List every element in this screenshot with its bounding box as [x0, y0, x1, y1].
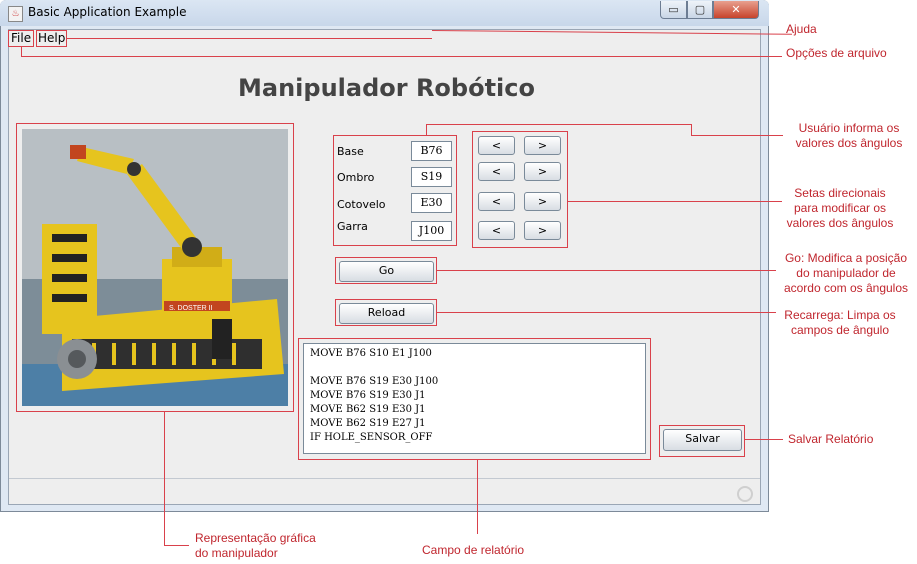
window-title: Basic Application Example	[28, 5, 187, 19]
ombro-input[interactable]: S19	[411, 167, 452, 187]
minimize-button[interactable]: ▭	[660, 1, 687, 19]
callout-go: Go: Modifica a posição do manipulador de a…	[783, 251, 909, 295]
callout-setas: Setas direcionais para modificar os valore…	[786, 186, 894, 230]
callout-line	[164, 545, 189, 546]
base-label: Base	[337, 145, 364, 158]
callout-opcoes: Opções de arquivo	[786, 46, 887, 60]
garra-right-button[interactable]: >	[524, 221, 561, 240]
garra-label: Garra	[337, 220, 368, 233]
callout-line	[477, 460, 478, 534]
callout-line	[437, 312, 776, 313]
robot-arm-image: S. DOSTER II	[22, 129, 288, 406]
base-left-button[interactable]: <	[478, 136, 515, 155]
callout-representacao: Representação gráfica do manipulador	[195, 531, 316, 560]
close-button[interactable]: ✕	[713, 1, 759, 19]
callout-usuario: Usuário informa os valores dos ângulos	[795, 121, 903, 150]
ombro-left-button[interactable]: <	[478, 162, 515, 181]
cotovelo-left-button[interactable]: <	[478, 192, 515, 211]
cotovelo-right-button[interactable]: >	[524, 192, 561, 211]
report-line: MOVE B76 S19 E30 J1	[310, 390, 426, 401]
save-button[interactable]: Salvar	[663, 429, 742, 451]
cotovelo-label: Cotovelo	[337, 198, 386, 211]
report-line	[310, 361, 639, 375]
callout-line	[21, 56, 782, 57]
callout-line	[426, 124, 427, 136]
garra-left-button[interactable]: <	[478, 221, 515, 240]
callout-campo: Campo de relatório	[422, 543, 525, 557]
callout-line	[691, 124, 692, 135]
java-icon: ♨	[8, 6, 23, 22]
robot-label: S. DOSTER II	[169, 305, 213, 312]
report-line: MOVE B62 S19 E27 J1	[310, 418, 426, 429]
callout-line	[67, 38, 432, 39]
maximize-button[interactable]: ▢	[687, 1, 713, 19]
progress-ring-icon	[737, 486, 753, 502]
callout-line	[691, 135, 783, 136]
report-line: MOVE B62 S19 E30 J1	[310, 404, 426, 415]
ombro-right-button[interactable]: >	[524, 162, 561, 181]
reload-button[interactable]: Reload	[339, 303, 434, 324]
ombro-label: Ombro	[337, 171, 375, 184]
callout-salvar: Salvar Relatório	[788, 432, 874, 446]
callout-line	[568, 201, 782, 202]
help-menu-highlight	[36, 30, 67, 47]
report-line: MOVE B76 S10 E1 J100	[310, 348, 432, 359]
base-right-button[interactable]: >	[524, 136, 561, 155]
callout-line	[437, 270, 776, 271]
cotovelo-input[interactable]: E30	[411, 193, 452, 213]
garra-input[interactable]: J100	[411, 221, 452, 241]
callout-recarrega: Recarrega: Limpa os campos de ângulo	[784, 308, 896, 337]
status-bar	[9, 478, 760, 505]
callout-line	[164, 412, 165, 546]
file-menu-highlight	[8, 30, 34, 47]
callout-line	[745, 439, 783, 440]
page-title: Manipulador Robótico	[238, 74, 535, 102]
callout-line	[426, 124, 691, 125]
report-line: IF HOLE_SENSOR_OFF	[310, 432, 433, 443]
callout-ajuda: Ajuda	[786, 22, 817, 36]
report-textarea[interactable]: MOVE B76 S10 E1 J100 MOVE B76 S19 E30 J1…	[303, 343, 646, 454]
go-button[interactable]: Go	[339, 261, 434, 282]
report-line: MOVE B76 S19 E30 J100	[310, 376, 439, 387]
base-input[interactable]: B76	[411, 141, 452, 161]
